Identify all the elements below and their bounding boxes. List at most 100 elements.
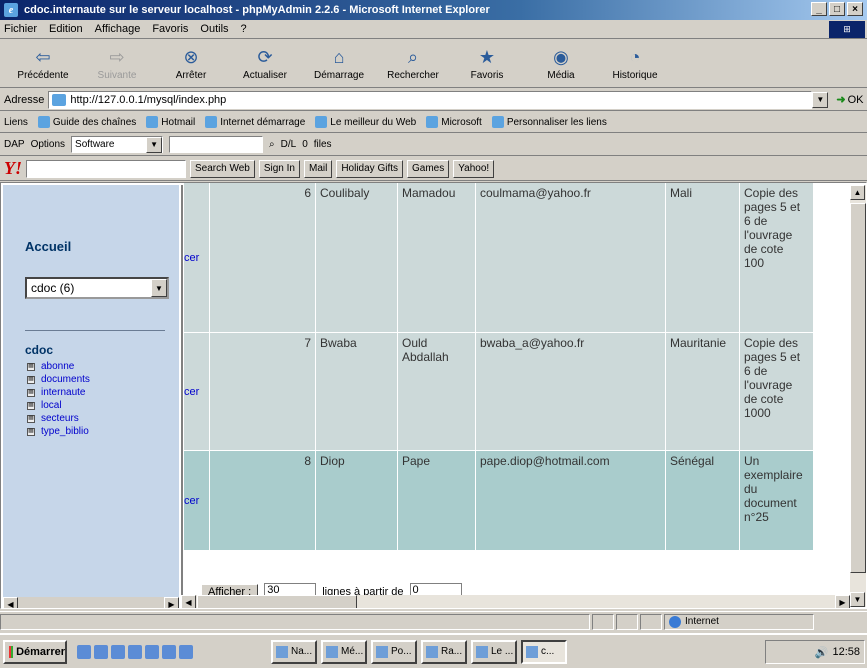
status-cell: [616, 613, 638, 630]
search-web-button[interactable]: Search Web: [190, 159, 255, 178]
table-link-type-biblio[interactable]: ▦ type_biblio: [27, 425, 90, 438]
scroll-left-icon[interactable]: ◀: [3, 597, 18, 608]
close-button[interactable]: ×: [847, 2, 863, 16]
app-icon: [376, 645, 388, 658]
quick-launch-icon[interactable]: [128, 644, 142, 659]
cell-email: bwaba_a@yahoo.fr: [475, 332, 666, 451]
cell-id: 6: [209, 183, 316, 333]
main-horizontal-scrollbar[interactable]: ◀ ▶: [181, 595, 850, 608]
quick-launch-icon[interactable]: [94, 644, 108, 659]
yahoo-search-input[interactable]: [26, 159, 186, 178]
history-button[interactable]: ◔ Historique: [598, 40, 672, 87]
stop-icon: ⊗: [183, 46, 199, 67]
scroll-right-icon[interactable]: ▶: [164, 597, 179, 608]
games-button[interactable]: Games: [407, 159, 450, 178]
menu-edition[interactable]: Edition: [49, 23, 83, 35]
tray-icon[interactable]: 🔊: [815, 646, 829, 659]
options-button[interactable]: Options: [31, 139, 65, 150]
table-icon: ▦: [27, 388, 35, 397]
divider: [25, 330, 165, 331]
database-name-link[interactable]: cdoc: [25, 343, 53, 357]
favorites-button[interactable]: ★ Favoris: [450, 40, 524, 87]
taskbar-item-active[interactable]: c...: [521, 639, 567, 664]
table-link-local[interactable]: ▦ local: [27, 399, 90, 412]
table-link-documents[interactable]: ▦ documents: [27, 373, 90, 386]
link-microsoft[interactable]: Microsoft: [426, 116, 482, 128]
taskbar-item[interactable]: Na...: [271, 639, 317, 664]
link-guide[interactable]: Guide des chaînes: [37, 116, 136, 128]
refresh-button[interactable]: ⟳ Actualiser: [228, 40, 302, 87]
quick-launch-icon[interactable]: [162, 644, 176, 659]
sign-in-button[interactable]: Sign In: [258, 159, 300, 178]
menu-help[interactable]: ?: [241, 23, 247, 35]
cell-pays: Sénégal: [665, 450, 740, 551]
go-button[interactable]: ➜ OK: [836, 93, 863, 107]
link-internet-demarrage[interactable]: Internet démarrage: [205, 116, 305, 128]
status-cell: [640, 613, 662, 630]
media-button[interactable]: ◉ Média: [524, 40, 598, 87]
dap-button[interactable]: DAP: [4, 139, 25, 150]
refresh-icon: ⟳: [257, 46, 273, 67]
search-button[interactable]: ⌕ Rechercher: [376, 40, 450, 87]
database-select[interactable]: cdoc (6) ▼: [25, 277, 169, 299]
yahoo-button[interactable]: Yahoo!: [453, 159, 495, 178]
delete-link[interactable]: cer: [183, 450, 210, 551]
link-hotmail[interactable]: Hotmail: [146, 116, 195, 128]
home-link[interactable]: Accueil: [25, 239, 71, 254]
menu-bar: Fichier Edition Affichage Favoris Outils…: [0, 20, 867, 39]
address-input[interactable]: http://127.0.0.1/mysql/index.php: [48, 90, 813, 109]
taskbar-item[interactable]: Po...: [371, 639, 417, 664]
taskbar-item[interactable]: Mé...: [321, 639, 367, 664]
menu-outils[interactable]: Outils: [200, 23, 228, 35]
scroll-thumb[interactable]: [197, 595, 357, 608]
scroll-right-icon[interactable]: ▶: [835, 595, 850, 608]
menu-affichage[interactable]: Affichage: [95, 23, 141, 35]
table-link-abonne[interactable]: ▦ abonne: [27, 360, 90, 373]
app-icon: [276, 645, 288, 658]
dap-search-input[interactable]: [169, 136, 264, 153]
delete-link[interactable]: cer: [183, 332, 210, 451]
chevron-down-icon: ▼: [146, 136, 163, 153]
cell-prenom: Mamadou: [397, 183, 476, 333]
quick-launch-icon[interactable]: [145, 644, 159, 659]
mail-button[interactable]: Mail: [303, 159, 333, 178]
scroll-up-icon[interactable]: ▲: [850, 185, 865, 200]
table-link-secteurs[interactable]: ▦ secteurs: [27, 412, 90, 425]
yahoo-logo-icon[interactable]: Y!: [4, 158, 22, 179]
vertical-scrollbar[interactable]: ▲ ▼: [850, 185, 866, 607]
quick-launch-icon[interactable]: [111, 644, 125, 659]
start-button[interactable]: Démarrer: [3, 639, 67, 664]
quick-launch-icon[interactable]: [77, 644, 91, 659]
scroll-left-icon[interactable]: ◀: [181, 595, 196, 608]
forward-button[interactable]: ⇨ Suivante: [80, 40, 154, 87]
link-personnaliser[interactable]: Personnaliser les liens: [491, 116, 607, 128]
page-icon: [52, 93, 67, 106]
clock[interactable]: 12:58: [832, 646, 860, 658]
app-icon: [476, 645, 488, 658]
taskbar-item[interactable]: Ra...: [421, 639, 467, 664]
holiday-gifts-button[interactable]: Holiday Gifts: [336, 159, 404, 178]
stop-button[interactable]: ⊗ Arrêter: [154, 40, 228, 87]
maximize-button[interactable]: □: [829, 2, 845, 16]
magnifier-icon[interactable]: ⌕: [269, 139, 275, 150]
browser-content: Accueil cdoc (6) ▼ cdoc ▦ abonne ▦ documen…: [0, 182, 867, 609]
link-icon: [315, 116, 328, 128]
left-horizontal-scrollbar[interactable]: ◀ ▶: [3, 597, 179, 608]
delete-link[interactable]: cer: [183, 183, 210, 333]
home-button[interactable]: ⌂ Démarrage: [302, 40, 376, 87]
menu-fichier[interactable]: Fichier: [4, 23, 37, 35]
minimize-button[interactable]: _: [811, 2, 827, 16]
scroll-thumb[interactable]: [850, 203, 866, 573]
scroll-down-icon[interactable]: ▼: [850, 592, 865, 607]
history-icon: ◔: [629, 46, 641, 67]
table-link-internaute[interactable]: ▦ internaute: [27, 386, 90, 399]
address-dropdown-button[interactable]: ▼: [812, 91, 829, 108]
address-url: http://127.0.0.1/mysql/index.php: [70, 93, 227, 106]
menu-favoris[interactable]: Favoris: [152, 23, 188, 35]
link-meilleur-web[interactable]: Le meilleur du Web: [315, 116, 416, 128]
back-button[interactable]: ⇦ Précédente: [6, 40, 80, 87]
status-text: [0, 613, 590, 630]
taskbar-item[interactable]: Le ...: [471, 639, 517, 664]
software-select[interactable]: Software ▼: [71, 136, 164, 153]
quick-launch-icon[interactable]: [179, 644, 193, 659]
